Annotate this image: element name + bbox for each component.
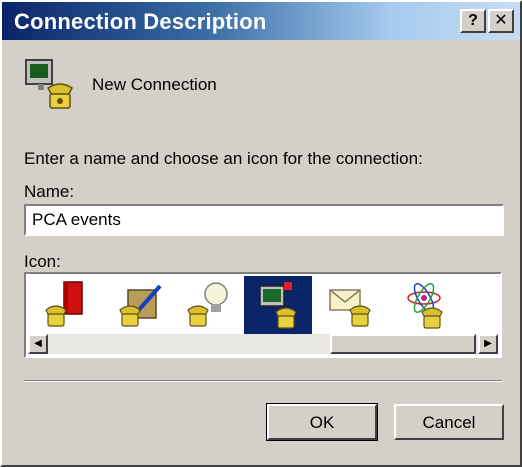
title-bar[interactable]: Connection Description ? ✕ [2,2,520,40]
phone-tools-icon [119,284,162,327]
name-input[interactable] [24,204,504,236]
window-title: Connection Description [14,9,267,34]
close-button[interactable]: ✕ [488,9,514,33]
icon-option-lightbulb[interactable] [176,276,244,334]
name-label: Name: [24,182,75,201]
help-button[interactable]: ? [460,9,486,33]
separator [24,380,502,382]
phone-computer-icon [259,282,297,329]
connection-type-label: New Connection [92,75,217,94]
phone-lightbulb-icon [187,282,228,327]
icon-option-atom[interactable] [392,276,460,334]
phone-atom-icon [407,283,443,329]
icon-option-tools[interactable] [108,276,176,334]
icon-option-computer[interactable] [244,276,312,334]
phone-red-book-icon [45,281,83,327]
phone-envelope-icon [329,289,371,327]
instruction-text: Enter a name and choose an icon for the … [24,149,423,168]
scroll-thumb[interactable] [330,334,476,354]
scroll-right-button[interactable]: ▶ [478,334,498,354]
ok-button[interactable]: OK [266,403,378,441]
cancel-button[interactable]: Cancel [394,404,504,440]
connection-description-dialog: Connection Description ? ✕ New Connectio… [0,0,522,467]
icon-list[interactable]: ◀ ▶ [24,272,502,358]
icon-list-horizontal-scrollbar[interactable]: ◀ ▶ [28,334,498,354]
icon-option-red-book[interactable] [34,276,102,334]
icon-option-envelope[interactable] [318,276,386,334]
scroll-left-button[interactable]: ◀ [28,334,48,354]
phone-connection-icon [20,54,84,114]
icon-label: Icon: [24,252,61,271]
